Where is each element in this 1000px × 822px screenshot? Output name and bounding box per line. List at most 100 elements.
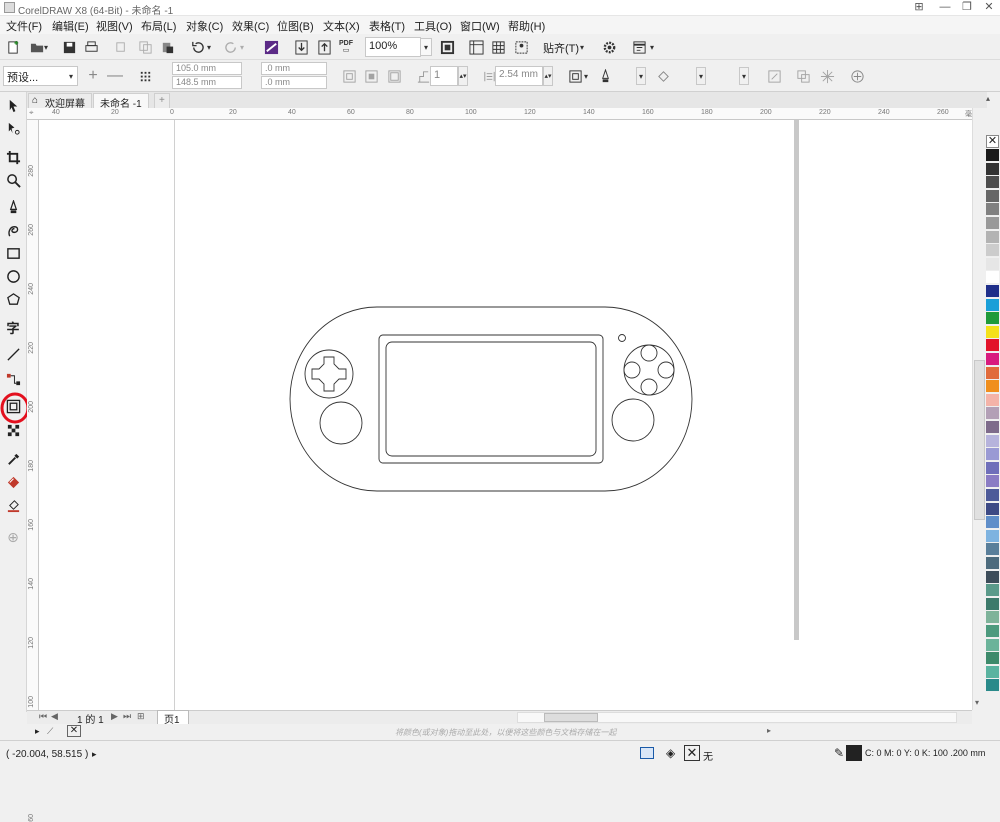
acceleration-dropdown-icon[interactable]: ▾ [739, 67, 749, 85]
palette-swatch[interactable] [986, 543, 999, 557]
interactive-fill-tool-icon[interactable] [4, 473, 22, 491]
scroll-thumb[interactable] [974, 360, 985, 520]
undo-dropdown-icon[interactable]: ▾ [205, 38, 213, 56]
full-screen-icon[interactable] [438, 38, 456, 56]
new-document-icon[interactable] [4, 38, 22, 56]
tab-document[interactable]: 未命名 -1 [93, 93, 149, 110]
menu-bitmaps[interactable]: 位图(B) [277, 18, 314, 34]
palette-swatch[interactable] [986, 421, 999, 434]
game-console-drawing[interactable] [289, 305, 694, 495]
redo-dropdown-icon[interactable]: ▾ [238, 38, 246, 56]
palette-swatch[interactable] [986, 489, 999, 502]
add-tool-icon[interactable]: ⊕ [4, 528, 22, 546]
palette-swatch[interactable] [986, 665, 999, 679]
ruler-origin-icon[interactable]: ⌖ [29, 108, 34, 118]
palette-swatch[interactable] [986, 434, 999, 448]
menu-tools[interactable]: 工具(O) [414, 18, 452, 34]
show-guidelines-icon[interactable] [512, 38, 530, 56]
restore-button[interactable]: ❐ [956, 0, 978, 15]
text-tool-icon[interactable]: 字 [4, 318, 22, 336]
show-rulers-icon[interactable] [467, 38, 485, 56]
launcher-dropdown-icon[interactable]: ▾ [648, 38, 656, 56]
palette-swatch[interactable] [986, 502, 999, 516]
drawing-canvas[interactable] [39, 120, 972, 710]
last-page-icon[interactable]: ⏭ [123, 711, 131, 722]
palette-swatch[interactable] [986, 366, 999, 380]
zoom-level-field[interactable]: 100% [365, 37, 421, 57]
add-preset-icon[interactable]: + [84, 67, 102, 85]
palette-swatch[interactable] [986, 570, 999, 584]
freehand-tool-icon[interactable] [4, 198, 22, 216]
palette-swatch[interactable] [986, 244, 999, 258]
connector-tool-icon[interactable] [4, 370, 22, 388]
palette-swatch[interactable] [986, 597, 999, 611]
palette-swatch[interactable] [986, 285, 999, 298]
publish-pdf-icon[interactable]: PDF ▭ [337, 38, 355, 56]
palette-swatch[interactable] [986, 217, 999, 230]
preset-dropdown-icon[interactable]: ▾ [66, 67, 76, 85]
palette-swatch[interactable] [986, 298, 999, 312]
vertical-ruler[interactable]: 2802602402202001801601401201008060 [27, 120, 39, 822]
hscroll-thumb[interactable] [544, 713, 598, 722]
menu-file[interactable]: 文件(F) [6, 18, 42, 34]
snap-to-menu[interactable]: 贴齐(T) [543, 40, 579, 56]
to-center-icon[interactable] [385, 67, 403, 85]
vertical-scrollbar[interactable]: ▾ [972, 108, 986, 710]
contour-steps-field[interactable]: 1 [430, 66, 458, 86]
palette-swatch[interactable] [986, 461, 999, 475]
offset-spinner-icon[interactable]: ▴▾ [543, 66, 553, 86]
doc-palette-none-swatch[interactable]: ✕ [67, 725, 81, 737]
palette-swatch[interactable] [986, 176, 999, 190]
palette-swatch[interactable] [986, 611, 999, 625]
crop-tool-icon[interactable] [4, 148, 22, 166]
menu-table[interactable]: 表格(T) [369, 18, 405, 34]
palette-swatch[interactable] [986, 475, 999, 489]
contour-offset-field[interactable]: 2.54 mm [495, 66, 543, 86]
palette-swatch[interactable] [986, 625, 999, 638]
export-icon[interactable] [315, 38, 333, 56]
palette-swatch[interactable] [986, 679, 999, 693]
close-button[interactable]: ✕ [978, 0, 1000, 15]
remove-preset-icon[interactable]: — [106, 67, 124, 85]
menu-effects[interactable]: 效果(C) [232, 18, 269, 34]
zoom-tool-icon[interactable] [4, 171, 22, 189]
copy-icon[interactable] [136, 38, 154, 56]
quick-customize-icon[interactable] [848, 67, 866, 85]
palette-swatch[interactable] [986, 584, 999, 598]
shape-tool-icon[interactable] [4, 119, 22, 137]
menu-edit[interactable]: 编辑(E) [52, 18, 89, 34]
palette-swatch[interactable] [986, 557, 999, 570]
transparency-tool-icon[interactable] [4, 421, 22, 439]
palette-swatch[interactable] [986, 257, 999, 271]
outline-color-dropdown-icon[interactable]: ▾ [636, 67, 646, 85]
width-field[interactable]: .0 mm [261, 62, 327, 75]
print-icon[interactable] [82, 38, 100, 56]
artistic-media-tool-icon[interactable] [4, 221, 22, 239]
palette-swatch[interactable] [986, 380, 999, 394]
palette-swatch[interactable] [986, 339, 999, 353]
inside-contour-icon[interactable] [362, 67, 380, 85]
options-gear-icon[interactable] [600, 38, 618, 56]
x-position-field[interactable]: 105.0 mm [172, 62, 242, 75]
doc-palette-scroll-icon[interactable]: ▸ [767, 726, 771, 735]
palette-up-icon[interactable]: ▴ [986, 94, 990, 103]
search-content-icon[interactable] [262, 38, 280, 56]
smart-fill-tool-icon[interactable] [4, 496, 22, 514]
pick-tool-icon[interactable] [4, 96, 22, 114]
prev-page-icon[interactable]: ◀ [51, 711, 58, 722]
outside-contour-icon[interactable] [340, 67, 358, 85]
contour-acceleration-icon[interactable] [765, 67, 783, 85]
add-page-icon[interactable]: ⊞ [137, 711, 145, 722]
minimize-button[interactable]: — [934, 0, 956, 15]
parallel-dimension-tool-icon[interactable] [4, 345, 22, 363]
tab-welcome[interactable]: ⌂ 欢迎屏幕 [28, 93, 92, 110]
eyedropper-tool-icon[interactable] [4, 450, 22, 468]
menu-help[interactable]: 帮助(H) [508, 18, 545, 34]
palette-swatch[interactable] [986, 652, 999, 666]
palette-swatch[interactable] [986, 353, 999, 366]
contour-tool-icon[interactable] [4, 397, 22, 415]
save-icon[interactable] [60, 38, 78, 56]
palette-swatch[interactable] [986, 325, 999, 339]
new-tab-icon[interactable]: + [154, 93, 170, 108]
palette-swatch[interactable] [986, 312, 999, 326]
